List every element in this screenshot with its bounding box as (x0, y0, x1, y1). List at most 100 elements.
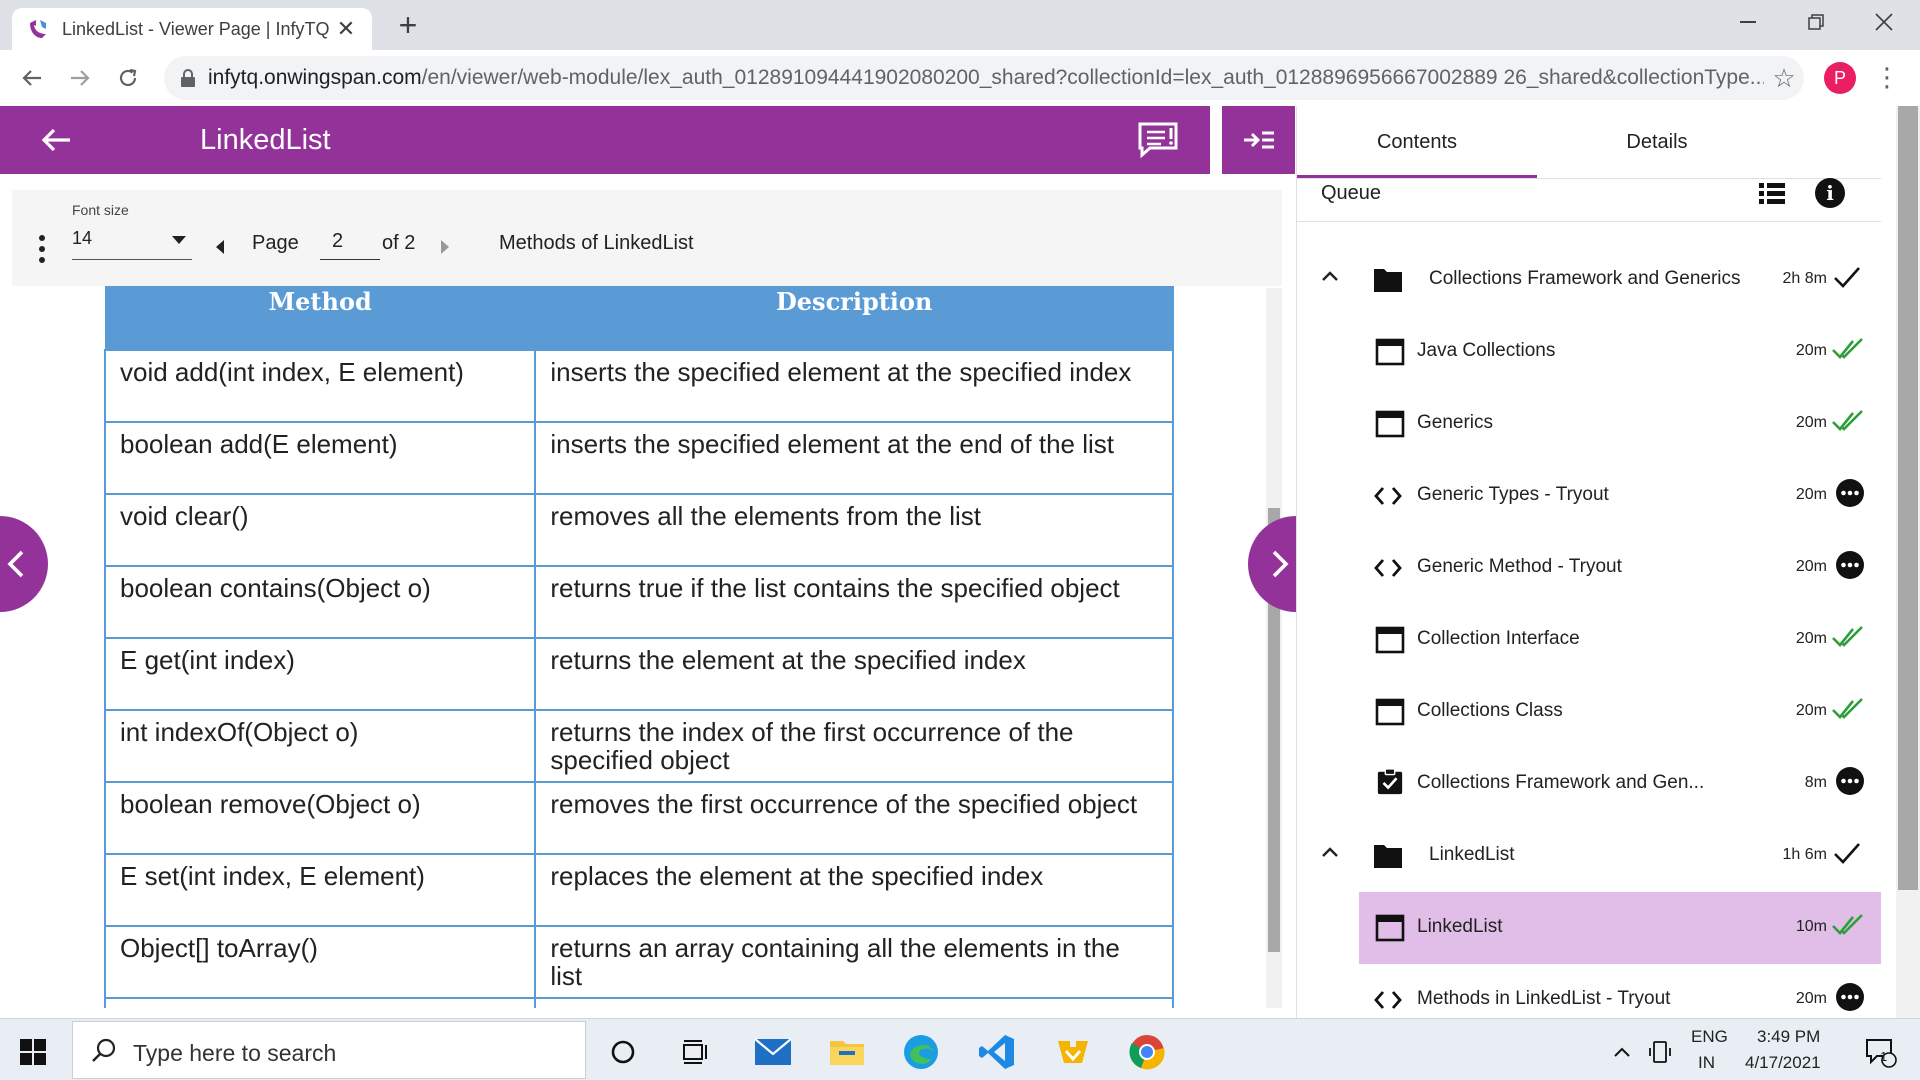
viewer-title: LinkedList (200, 124, 331, 156)
web-module-icon (1375, 914, 1405, 942)
toc-item-methods-tryout[interactable]: Methods in LinkedList - Tryout 20m (1297, 964, 1881, 1018)
table-header-row: Method Description (104, 286, 1174, 350)
more-options-icon[interactable] (38, 234, 46, 264)
viewer-back-icon[interactable] (36, 120, 76, 160)
clock-date[interactable]: 4/17/2021 (1745, 1053, 1821, 1073)
table-row: Object[] toArray() returns an array conta… (103, 924, 1174, 999)
edge-browser-icon[interactable] (896, 1027, 946, 1077)
code-icon (1374, 559, 1402, 577)
taskbar-search-input[interactable]: Type here to search (72, 1021, 586, 1079)
language-indicator-bottom[interactable]: IN (1698, 1053, 1715, 1073)
back-icon[interactable] (14, 60, 50, 96)
tab-contents[interactable]: Contents (1297, 106, 1537, 178)
toc-item-generic-method-tryout[interactable]: Generic Method - Tryout 20m (1297, 532, 1881, 604)
toc-folder-linkedlist[interactable]: LinkedList 1h 6m (1297, 820, 1881, 892)
panel-scrollbar-thumb[interactable] (1898, 106, 1918, 890)
code-icon (1374, 991, 1402, 1009)
check-icon (1834, 267, 1860, 288)
page-total: of 2 (382, 232, 416, 254)
more-horizontal-icon[interactable] (1833, 550, 1867, 580)
description-cell: returns the element at the specified ind… (534, 636, 1174, 711)
table-row (103, 996, 1174, 1008)
chrome-menu-icon[interactable]: ⋮ (1874, 62, 1900, 94)
bookmark-star-icon[interactable]: ☆ (1764, 63, 1804, 94)
method-cell: E get(int index) (103, 636, 537, 711)
more-horizontal-icon[interactable] (1833, 982, 1867, 1012)
more-horizontal-icon[interactable] (1833, 766, 1867, 796)
bitbucket-like-app-icon[interactable] (1048, 1027, 1098, 1077)
table-row: void add(int index, E element) inserts th… (103, 348, 1174, 423)
toc-item-collection-interface[interactable]: Collection Interface 20m (1297, 604, 1881, 676)
show-hidden-icons-chevron-icon[interactable] (1604, 1027, 1640, 1077)
page-label: Page (252, 232, 299, 254)
method-cell: void add(int index, E element) (103, 348, 537, 423)
panel-divider (1297, 178, 1881, 179)
chrome-icon[interactable] (1122, 1027, 1172, 1077)
more-horizontal-icon[interactable] (1833, 478, 1867, 508)
description-cell: returns true if the list contains the sp… (534, 564, 1174, 639)
language-indicator-top[interactable]: ENG (1691, 1027, 1728, 1047)
toc-item-label: Collections Framework and Generics (1429, 268, 1741, 289)
toc-item-label: Collections Framework and Gen... (1417, 772, 1705, 793)
file-explorer-icon[interactable] (822, 1027, 872, 1077)
toc-item-collections-class[interactable]: Collections Class 20m (1297, 676, 1881, 748)
info-icon[interactable]: i (1815, 178, 1845, 208)
reload-icon[interactable] (110, 60, 146, 96)
windows-start-icon[interactable] (20, 1039, 46, 1065)
page-number-input[interactable]: 2 (320, 230, 380, 260)
toc-item-label: Methods in LinkedList - Tryout (1417, 988, 1671, 1009)
viewer-toolbar: Font size 14 Page 2 of 2 Methods of Link… (12, 190, 1282, 286)
contents-panel: Contents Details Queue i Collections Fra… (1296, 106, 1896, 1018)
task-view-icon[interactable] (670, 1027, 720, 1077)
browser-tab-title: LinkedList - Viewer Page | InfyTQ (62, 18, 330, 39)
previous-page-icon[interactable] (216, 240, 224, 254)
new-tab-icon[interactable]: + (390, 8, 426, 44)
collapse-panel-button[interactable] (1222, 106, 1295, 174)
description-cell: returns an array containing all the elem… (534, 924, 1174, 999)
double-check-icon (1832, 410, 1863, 431)
browser-tab-active[interactable]: LinkedList - Viewer Page | InfyTQ ✕ (12, 8, 372, 50)
close-tab-icon[interactable]: ✕ (334, 16, 358, 42)
queue-label: Queue (1321, 182, 1382, 204)
forward-icon[interactable] (62, 60, 98, 96)
list-view-icon[interactable] (1759, 180, 1785, 206)
minimize-icon[interactable] (1718, 0, 1778, 44)
toc-item-duration: 20m (1795, 630, 1827, 647)
chevron-up-icon[interactable] (1321, 846, 1339, 858)
toc-folder-collections-framework[interactable]: Collections Framework and Generics 2h 8m (1297, 244, 1881, 316)
toc-item-java-collections[interactable]: Java Collections 20m (1297, 316, 1881, 388)
mail-icon[interactable] (748, 1027, 798, 1077)
table-row: boolean remove(Object o) removes the firs… (103, 780, 1174, 855)
toc-item-generic-types-tryout[interactable]: Generic Types - Tryout 20m (1297, 460, 1881, 532)
toc-item-label: Collections Class (1417, 700, 1563, 721)
cortana-icon[interactable] (598, 1027, 648, 1077)
chevron-up-icon[interactable] (1321, 270, 1339, 282)
feedback-icon[interactable] (1136, 120, 1180, 160)
toc-item-generics[interactable]: Generics 20m (1297, 388, 1881, 460)
device-icon[interactable] (1642, 1027, 1678, 1077)
vscode-icon[interactable] (972, 1027, 1022, 1077)
close-window-icon[interactable] (1854, 0, 1914, 44)
toc-item-label: Generic Types - Tryout (1417, 484, 1609, 505)
toc-item-duration: 20m (1795, 342, 1827, 359)
method-cell: int indexOf(Object o) (103, 708, 537, 783)
profile-avatar[interactable]: P (1824, 62, 1856, 94)
clock-time[interactable]: 3:49 PM (1757, 1027, 1820, 1047)
document-title: Methods of LinkedList (499, 232, 694, 254)
font-size-dropdown-icon[interactable] (172, 236, 186, 244)
table-row: E get(int index) returns the element at t… (103, 636, 1174, 711)
table-row: void clear() removes all the elements fro… (103, 492, 1174, 567)
web-module-icon (1375, 338, 1405, 366)
toc-item-label: Collection Interface (1417, 628, 1580, 649)
toc-item-collections-quiz[interactable]: Collections Framework and Gen... 8m (1297, 748, 1881, 820)
toc-item-duration: 20m (1795, 486, 1827, 503)
tab-details[interactable]: Details (1537, 106, 1777, 178)
toc-item-linkedlist-selected[interactable]: LinkedList 10m (1359, 892, 1881, 964)
restore-icon[interactable] (1786, 0, 1846, 44)
toc-item-label: Java Collections (1417, 340, 1556, 361)
font-size-label: Font size (72, 202, 129, 218)
code-icon (1374, 487, 1402, 505)
next-page-icon[interactable] (441, 240, 449, 254)
document-viewport[interactable]: Method Description void add(int index, E… (0, 286, 1282, 1008)
address-bar[interactable]: infytq.onwingspan.com/en/viewer/web-modu… (164, 56, 1804, 100)
